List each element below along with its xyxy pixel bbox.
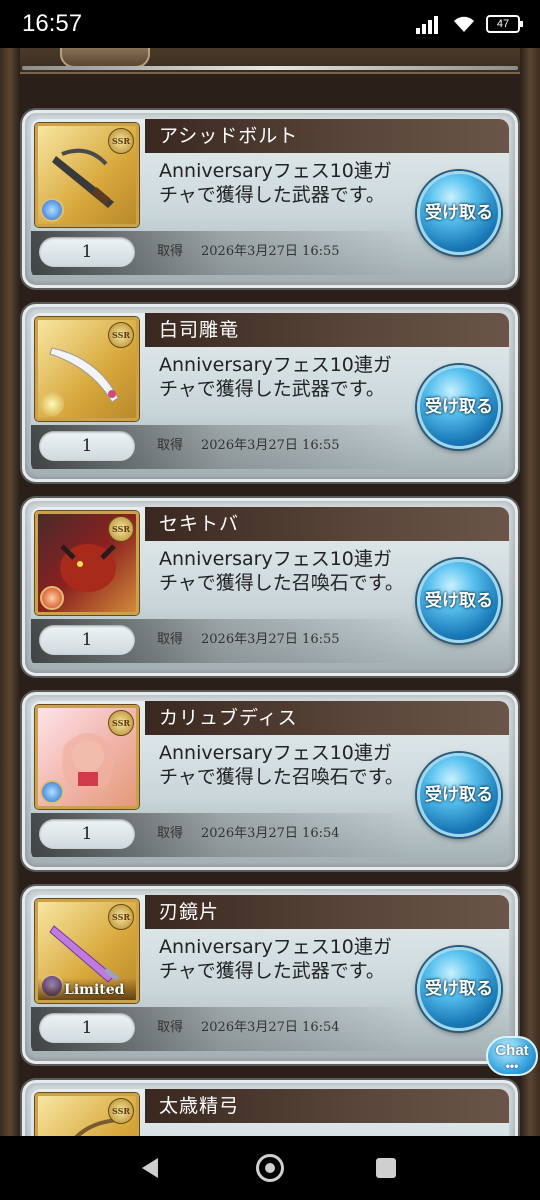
signal-icon xyxy=(416,14,442,34)
item-thumbnail[interactable]: SSR xyxy=(35,1093,139,1136)
header-tab[interactable] xyxy=(60,48,150,68)
gift-card: SSR アシッドボルト Anniversaryフェス10連ガチャで獲得した武器で… xyxy=(22,110,518,288)
header-divider xyxy=(22,66,518,70)
acquired-date: 2026年3月27日 16:55 xyxy=(201,244,340,259)
status-bar: 16:57 47 xyxy=(0,0,540,48)
chat-dots: ••• xyxy=(505,1059,519,1073)
fire-element-icon xyxy=(40,586,64,610)
receive-button[interactable]: 受け取る xyxy=(417,171,501,255)
receive-button[interactable]: 受け取る xyxy=(417,753,501,837)
status-icons: 47 xyxy=(416,14,523,34)
item-name: 刃鏡片 xyxy=(145,895,509,929)
item-description: Anniversaryフェス10連ガチャで獲得した武器です。 xyxy=(159,936,392,982)
acquired-info: 取得 2026年3月27日 16:54 xyxy=(145,1013,429,1043)
item-description: Anniversaryフェス10連ガチャで獲得した武器です。 xyxy=(159,354,392,400)
acquired-info: 取得 2026年3月27日 16:55 xyxy=(145,431,429,461)
item-name: アシッドボルト xyxy=(145,119,509,153)
acquired-info: 取得 2026年3月27日 16:55 xyxy=(145,625,429,655)
recent-apps-icon[interactable] xyxy=(376,1158,396,1178)
gift-card: SSR Limited 刃鏡片 Anniversaryフェス10連ガチャで獲得し… xyxy=(22,886,518,1064)
status-time: 16:57 xyxy=(22,10,83,37)
home-icon[interactable] xyxy=(256,1154,284,1182)
gift-list-screen: SSR アシッドボルト Anniversaryフェス10連ガチャで獲得した武器で… xyxy=(0,48,540,1136)
item-description: Anniversaryフェス10連ガチャで獲得した召喚石です。 xyxy=(159,548,404,594)
item-thumbnail[interactable]: SSR xyxy=(35,123,139,227)
receive-button[interactable]: 受け取る xyxy=(417,947,501,1031)
receive-button[interactable]: 受け取る xyxy=(417,365,501,449)
item-thumbnail[interactable]: SSR xyxy=(35,511,139,615)
item-description: Anniversaryフェス10連ガチャで獲得した武器です。 xyxy=(159,160,392,206)
item-description: Anniversaryフェス10連ガチャで獲得した召喚石です。 xyxy=(159,742,404,788)
back-icon[interactable] xyxy=(142,1158,158,1178)
item-thumbnail[interactable]: SSR xyxy=(35,705,139,809)
gift-card: SSR カリュブディス Anniversaryフェス10連ガチャで獲得した召喚石… xyxy=(22,692,518,870)
acquired-label: 取得 xyxy=(157,632,184,647)
item-thumbnail[interactable]: SSR xyxy=(35,317,139,421)
chat-button[interactable]: Chat ••• xyxy=(486,1036,538,1076)
acquired-label: 取得 xyxy=(157,1020,184,1035)
acquired-date: 2026年3月27日 16:54 xyxy=(201,1020,340,1035)
chat-label: Chat xyxy=(495,1042,529,1059)
item-count: 1 xyxy=(39,1013,135,1043)
item-count: 1 xyxy=(39,819,135,849)
item-name: 太歳精弓 xyxy=(145,1089,509,1123)
frame-right xyxy=(520,48,540,1136)
limited-badge: Limited xyxy=(38,978,136,1000)
acquired-label: 取得 xyxy=(157,244,184,259)
receive-button[interactable]: 受け取る xyxy=(417,559,501,643)
item-count: 1 xyxy=(39,237,135,267)
item-count: 1 xyxy=(39,431,135,461)
rarity-badge: SSR xyxy=(108,710,134,736)
acquired-date: 2026年3月27日 16:55 xyxy=(201,632,340,647)
item-count: 1 xyxy=(39,625,135,655)
gift-card: SSR 太歳精弓 xyxy=(22,1080,518,1136)
gift-card: SSR セキトバ Anniversaryフェス10連ガチャで獲得した召喚石です。… xyxy=(22,498,518,676)
acquired-date: 2026年3月27日 16:54 xyxy=(201,826,340,841)
navigation-bar xyxy=(0,1136,540,1200)
acquired-info: 取得 2026年3月27日 16:55 xyxy=(145,237,429,267)
water-element-icon xyxy=(40,780,64,804)
acquired-label: 取得 xyxy=(157,438,184,453)
frame-left xyxy=(0,48,20,1136)
item-name: 白司雕竜 xyxy=(145,313,509,347)
wifi-icon xyxy=(454,16,474,32)
acquired-info: 取得 2026年3月27日 16:54 xyxy=(145,819,429,849)
rarity-badge: SSR xyxy=(108,128,134,154)
header-strip xyxy=(20,48,520,74)
item-name: カリュブディス xyxy=(145,701,509,735)
wind-element-icon xyxy=(40,392,64,416)
battery-level: 47 xyxy=(496,18,510,30)
item-name: セキトバ xyxy=(145,507,509,541)
battery-icon: 47 xyxy=(486,15,523,33)
acquired-date: 2026年3月27日 16:55 xyxy=(201,438,340,453)
rarity-badge: SSR xyxy=(108,322,134,348)
gift-card: SSR 白司雕竜 Anniversaryフェス10連ガチャで獲得した武器です。 … xyxy=(22,304,518,482)
item-thumbnail[interactable]: SSR Limited xyxy=(35,899,139,1003)
acquired-label: 取得 xyxy=(157,826,184,841)
water-element-icon xyxy=(40,198,64,222)
rarity-badge: SSR xyxy=(108,1098,134,1124)
rarity-badge: SSR xyxy=(108,904,134,930)
rarity-badge: SSR xyxy=(108,516,134,542)
